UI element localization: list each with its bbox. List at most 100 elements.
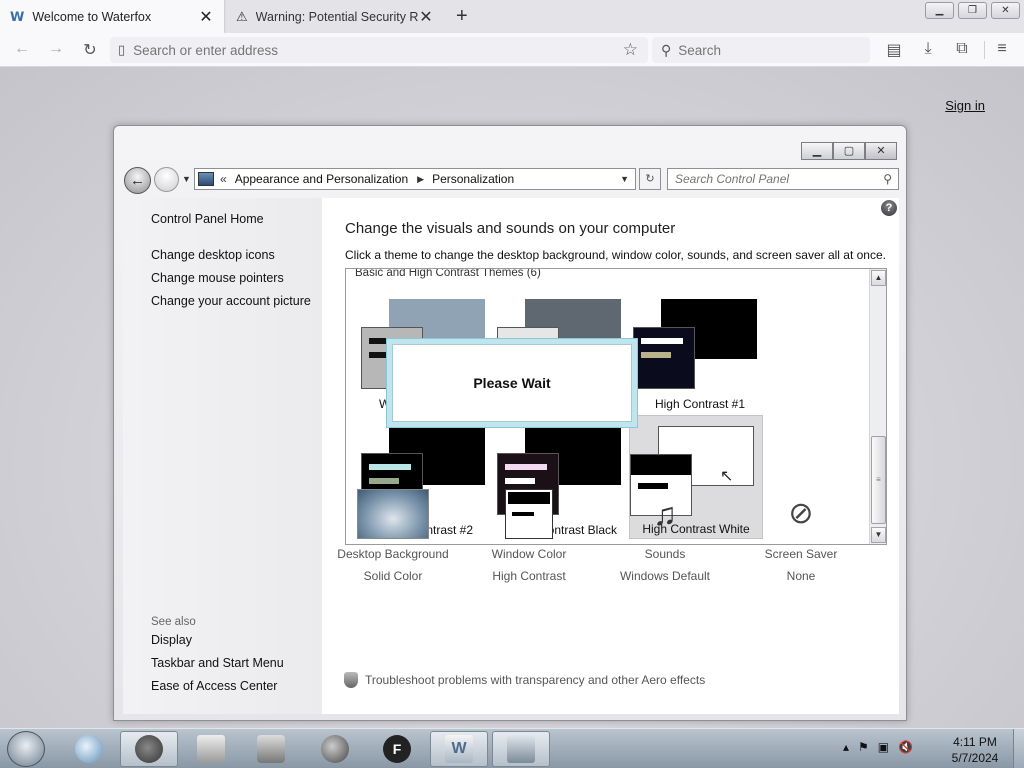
breadcrumb-arrow-icon[interactable]: ▶ <box>417 174 424 185</box>
search-icon: ⚲ <box>883 172 892 186</box>
cp-close-button[interactable]: ✕ <box>865 142 897 160</box>
control-panel-icon <box>198 172 214 186</box>
search-bar[interactable]: ⚲ <box>652 37 870 63</box>
back-icon[interactable]: ← <box>12 40 32 58</box>
scroll-up-button[interactable]: ▲ <box>871 270 886 286</box>
help-icon[interactable]: ? <box>881 200 897 216</box>
downloads-icon[interactable]: ⤓ <box>918 40 938 58</box>
tray-expand-icon[interactable]: ▴ <box>843 740 849 754</box>
taskbar-explorer[interactable] <box>182 731 240 767</box>
cp-search-input[interactable] <box>675 172 884 186</box>
system-tray: ▴ ⚑ ▣ 🔇 <box>843 740 913 754</box>
cp-address-bar[interactable]: « Appearance and Personalization ▶ Perso… <box>194 168 636 190</box>
restore-button[interactable]: ❐ <box>958 2 987 19</box>
media-player-icon <box>257 735 285 763</box>
window-color-bar <box>508 492 550 504</box>
breadcrumb-personalization[interactable]: Personalization <box>432 172 514 186</box>
screen-saver-button[interactable]: ⊘ Screen Saver None <box>733 489 869 583</box>
warning-icon: ⚠ <box>236 8 248 24</box>
window-color-bar <box>512 512 534 516</box>
cp-back-button[interactable]: ← <box>124 167 151 194</box>
taskbar-waterfox[interactable]: W <box>430 731 488 767</box>
taskbar-app[interactable] <box>306 731 364 767</box>
minimize-button[interactable]: ▁ <box>925 2 954 19</box>
breadcrumb-appearance[interactable]: Appearance and Personalization <box>235 172 408 186</box>
recent-pages-chevron-icon[interactable]: ▼ <box>182 174 191 184</box>
close-tab-icon[interactable]: ✕ <box>198 7 214 27</box>
show-desktop-button[interactable] <box>1013 729 1024 768</box>
network-icon[interactable]: ▣ <box>878 740 889 754</box>
page-title: Change the visuals and sounds on your co… <box>345 220 676 237</box>
taskbar-firefox[interactable] <box>120 731 178 767</box>
menu-icon[interactable]: ≡ <box>992 40 1012 58</box>
window-color-icon <box>505 489 553 539</box>
theme-label: High Contrast #1 <box>654 397 746 411</box>
sounds-button[interactable]: ♫ Sounds Windows Default <box>597 489 733 583</box>
cp-maximize-button[interactable]: ▢ <box>833 142 865 160</box>
desktop-background-icon <box>357 489 429 539</box>
forward-icon[interactable]: → <box>46 40 66 58</box>
clock[interactable]: 4:11 PM 5/7/2024 <box>940 734 1010 766</box>
window-color-button[interactable]: Window Color High Contrast <box>461 489 597 583</box>
mouse-cursor-icon: ↖ <box>720 468 734 485</box>
taskbar-ie[interactable] <box>60 731 118 767</box>
search-input[interactable] <box>678 42 870 58</box>
close-tab-icon[interactable]: ✕ <box>418 7 434 27</box>
theme-group-label: Basic and High Contrast Themes (6) <box>355 268 541 279</box>
app-icon <box>321 735 349 763</box>
theme-title-bar <box>631 455 691 475</box>
f-app-icon: F <box>383 735 411 763</box>
link-control-panel-home[interactable]: Control Panel Home <box>151 212 264 226</box>
link-change-mouse-pointers[interactable]: Change mouse pointers <box>151 271 284 285</box>
sign-in-link[interactable]: Sign in <box>945 98 985 113</box>
waterfox-icon: W <box>445 735 473 763</box>
cp-refresh-icon[interactable]: ↻ <box>639 168 661 190</box>
control-panel-icon <box>507 735 535 763</box>
cp-forward-button[interactable] <box>154 167 179 192</box>
theme-high-contrast-1[interactable]: High Contrast #1 <box>633 289 767 413</box>
reload-icon[interactable]: ↻ <box>80 40 100 60</box>
bottom-item-value: None <box>786 569 816 583</box>
cp-window-controls: ▁ ▢ ✕ <box>801 142 897 160</box>
taskbar-control-panel[interactable] <box>492 731 550 767</box>
link-ease-of-access[interactable]: Ease of Access Center <box>151 679 277 693</box>
taskbar-app-f[interactable]: F <box>368 731 426 767</box>
troubleshoot-text: Troubleshoot problems with transparency … <box>365 673 706 687</box>
address-input[interactable] <box>133 42 623 58</box>
breadcrumb-overflow-icon[interactable]: « <box>220 172 227 186</box>
theme-window-preview <box>633 327 695 389</box>
start-button[interactable] <box>7 731 45 767</box>
tab-welcome[interactable]: 𝗪 Welcome to Waterfox ✕ <box>0 0 224 33</box>
link-taskbar-start-menu[interactable]: Taskbar and Start Menu <box>151 656 284 670</box>
link-display[interactable]: Display <box>151 633 192 647</box>
see-also-label: See also <box>151 616 196 628</box>
theme-list-scrollbar[interactable]: ▲ ≡ ▼ <box>869 269 886 544</box>
search-icon: ⚲ <box>661 41 672 58</box>
extensions-icon[interactable]: ⧉ <box>952 40 972 58</box>
flag-icon[interactable]: ⚑ <box>858 740 869 754</box>
theme-bar <box>369 478 399 484</box>
bottom-item-title: Desktop Background <box>337 547 449 561</box>
tab-warning[interactable]: ⚠ Warning: Potential Security Risk ✕ <box>226 0 444 33</box>
scroll-thumb[interactable]: ≡ <box>871 436 886 524</box>
reader-icon[interactable]: ▤ <box>884 40 904 60</box>
nav-bar: ← → ↻ ▯ ☆ ⚲ ▤ ⤓ ⧉ ≡ <box>0 33 1024 67</box>
bookmark-star-icon[interactable]: ☆ <box>623 40 638 60</box>
scroll-down-button[interactable]: ▼ <box>871 527 886 543</box>
volume-muted-icon[interactable]: 🔇 <box>898 740 913 754</box>
new-tab-icon[interactable]: + <box>456 5 468 28</box>
firefox-icon <box>135 735 163 763</box>
cp-minimize-button[interactable]: ▁ <box>801 142 833 160</box>
url-bar[interactable]: ▯ ☆ <box>110 37 648 63</box>
taskbar-media-player[interactable] <box>242 731 300 767</box>
troubleshoot-link[interactable]: Troubleshoot problems with transparency … <box>344 672 705 688</box>
link-change-desktop-icons[interactable]: Change desktop icons <box>151 248 275 262</box>
desktop-background-button[interactable]: Desktop Background Solid Color <box>325 489 461 583</box>
cp-search-box[interactable]: ⚲ <box>667 168 899 190</box>
page-description: Click a theme to change the desktop back… <box>345 248 886 262</box>
link-change-account-picture[interactable]: Change your account picture <box>151 294 311 308</box>
address-dropdown-icon[interactable]: ▼ <box>620 174 629 184</box>
sounds-icon: ♫ <box>653 496 677 532</box>
close-window-button[interactable]: ✕ <box>991 2 1020 19</box>
theme-bar <box>641 352 671 358</box>
